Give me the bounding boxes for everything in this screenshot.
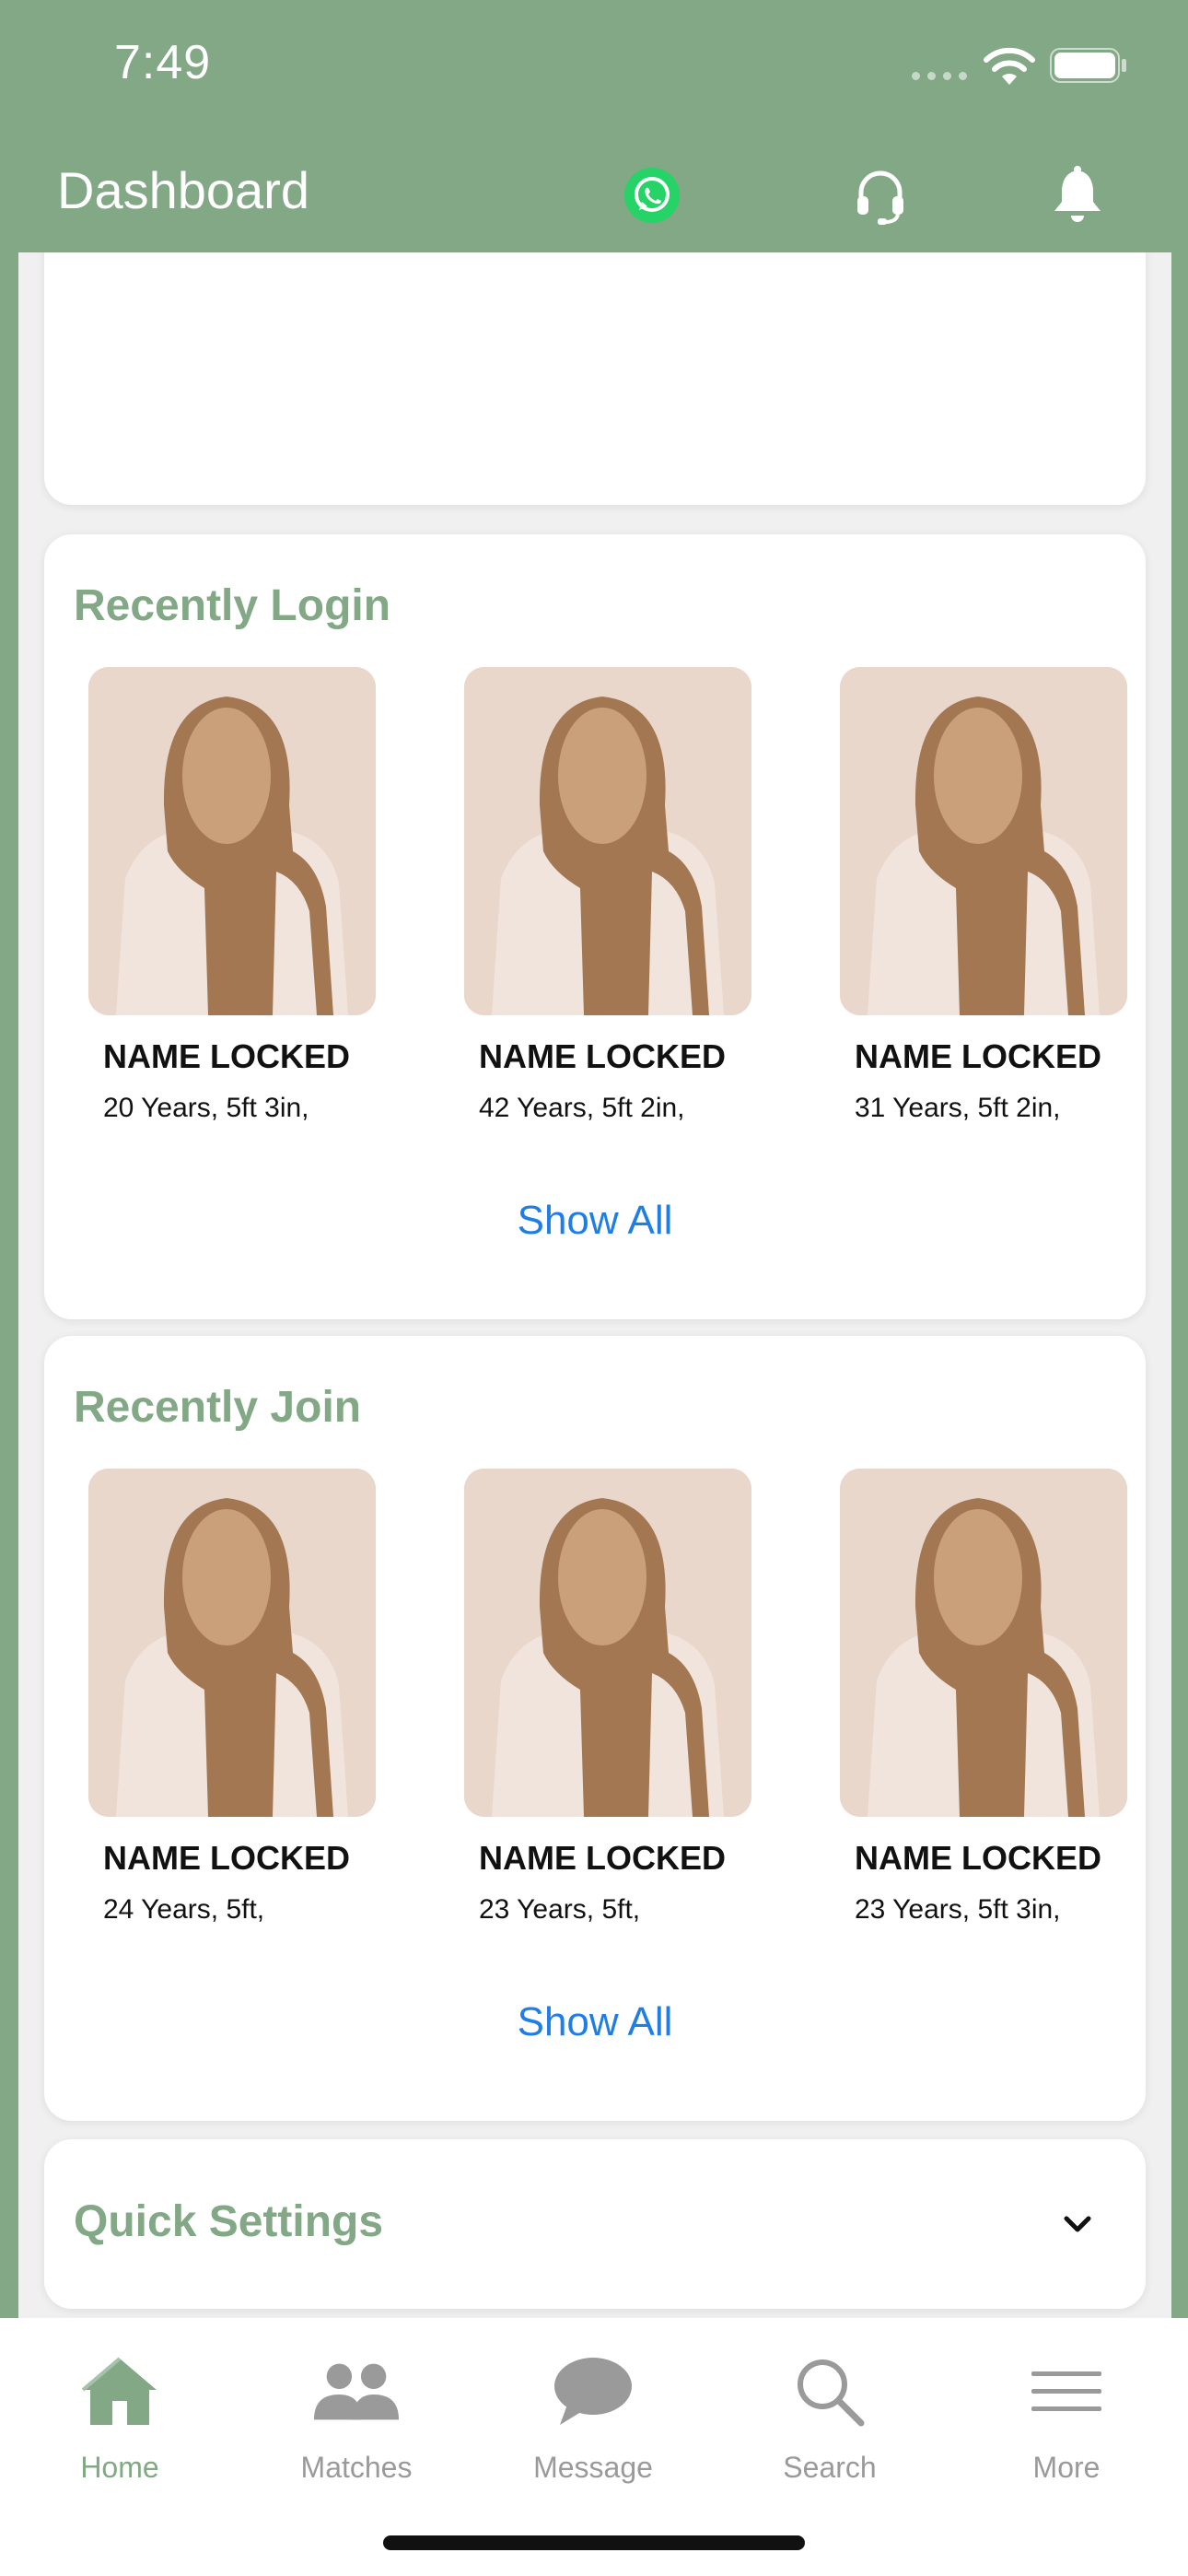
home-indicator — [383, 2535, 805, 2550]
search-icon — [798, 2359, 865, 2427]
recently-join-card: Recently Join NAME LOCKED 24 Years, 5ft,… — [44, 1336, 1146, 2121]
tab-more[interactable]: More — [956, 2348, 1177, 2523]
tab-home[interactable]: Home — [9, 2348, 230, 2523]
tab-label: Matches — [300, 2451, 413, 2484]
whatsapp-icon — [624, 168, 680, 223]
profile-meta: 42 Years, 5ft 2in, — [479, 1093, 685, 1123]
profile-photo-placeholder — [464, 1469, 751, 1817]
tab-label: Search — [783, 2451, 877, 2484]
show-all-link[interactable]: Show All — [44, 1999, 1146, 2045]
tab-label: Home — [80, 2451, 159, 2484]
support-button[interactable] — [842, 157, 919, 234]
notifications-button[interactable] — [1039, 157, 1116, 234]
recently-login-card: Recently Login NAME LOCKED 20 Years, 5ft… — [44, 534, 1146, 1319]
section-title: Quick Settings — [74, 2197, 384, 2246]
section-title: Recently Join — [74, 1383, 362, 1432]
section-title: Recently Login — [74, 581, 391, 630]
profile-meta: 24 Years, 5ft, — [103, 1894, 265, 1925]
profile-photo-placeholder — [464, 667, 751, 1015]
profile-photo-placeholder — [88, 1469, 376, 1817]
profile-meta: 23 Years, 5ft 3in, — [855, 1894, 1061, 1925]
profile-name: NAME LOCKED — [855, 1839, 1101, 1877]
tab-message[interactable]: Message — [483, 2348, 704, 2523]
bell-icon — [1054, 166, 1101, 222]
chat-bubble-icon — [554, 2358, 632, 2425]
profile-meta: 20 Years, 5ft 3in, — [103, 1093, 309, 1123]
profile-photo-placeholder — [840, 667, 1127, 1015]
profile-card[interactable]: NAME LOCKED 31 Years, 5ft 2in, — [840, 667, 1135, 1124]
profile-photo-placeholder — [88, 667, 376, 1015]
headset-icon — [857, 170, 903, 225]
status-time: 7:49 — [114, 36, 212, 89]
battery-icon — [1050, 48, 1126, 83]
tab-label: Message — [533, 2451, 653, 2484]
dashboard-screen: 7:49 Dashboard Recently Login NAME LOCKE… — [0, 0, 1188, 2576]
banner-card — [44, 252, 1146, 505]
profile-carousel[interactable]: NAME LOCKED 20 Years, 5ft 3in, NAME LOCK… — [88, 667, 1160, 1146]
tab-search[interactable]: Search — [719, 2348, 940, 2523]
dashboard-content[interactable]: Recently Login NAME LOCKED 20 Years, 5ft… — [18, 252, 1171, 2318]
people-icon — [313, 2363, 400, 2420]
profile-name: NAME LOCKED — [103, 1037, 350, 1075]
profile-name: NAME LOCKED — [103, 1839, 350, 1877]
show-all-link[interactable]: Show All — [44, 1198, 1146, 1244]
profile-card[interactable]: NAME LOCKED 23 Years, 5ft, — [464, 1469, 759, 1926]
app-header: Dashboard — [0, 138, 1188, 252]
profile-card[interactable]: NAME LOCKED 23 Years, 5ft 3in, — [840, 1469, 1135, 1926]
home-icon — [81, 2357, 157, 2425]
quick-settings-card[interactable]: Quick Settings — [44, 2139, 1146, 2309]
page-title: Dashboard — [57, 161, 309, 219]
whatsapp-button[interactable] — [613, 157, 691, 234]
profile-card[interactable]: NAME LOCKED 20 Years, 5ft 3in, — [88, 667, 383, 1124]
tab-label: More — [1032, 2451, 1101, 2484]
cellular-signal-icon — [912, 72, 967, 80]
profile-meta: 23 Years, 5ft, — [479, 1894, 641, 1925]
status-bar: 7:49 — [0, 0, 1188, 138]
wifi-icon — [984, 47, 1035, 85]
menu-icon — [1031, 2371, 1101, 2411]
profile-meta: 31 Years, 5ft 2in, — [855, 1093, 1061, 1123]
profile-name: NAME LOCKED — [479, 1839, 726, 1877]
profile-card[interactable]: NAME LOCKED 24 Years, 5ft, — [88, 1469, 383, 1926]
tab-matches[interactable]: Matches — [246, 2348, 467, 2523]
profile-carousel[interactable]: NAME LOCKED 24 Years, 5ft, NAME LOCKED 2… — [88, 1469, 1160, 1948]
profile-photo-placeholder — [840, 1469, 1127, 1817]
profile-name: NAME LOCKED — [479, 1037, 726, 1075]
profile-card[interactable]: NAME LOCKED 42 Years, 5ft 2in, — [464, 667, 759, 1124]
chevron-down-icon[interactable] — [1057, 2204, 1098, 2244]
profile-name: NAME LOCKED — [855, 1037, 1101, 1075]
